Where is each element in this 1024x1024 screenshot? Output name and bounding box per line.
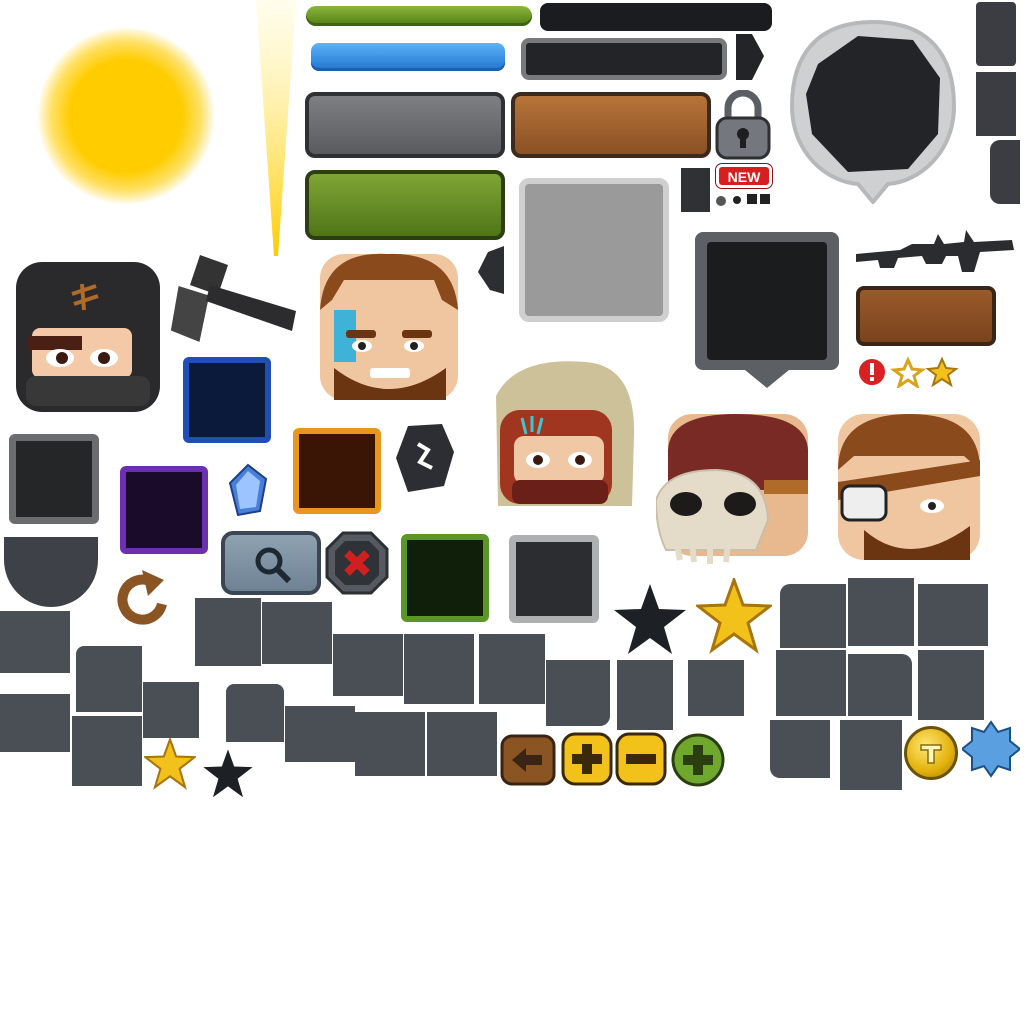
blue-seal-icon xyxy=(962,720,1020,778)
plus-icon[interactable] xyxy=(561,732,613,786)
back-arrow-icon[interactable] xyxy=(500,734,556,786)
rune-icon xyxy=(396,424,454,492)
square-dot xyxy=(747,194,757,204)
coin-letter-icon xyxy=(920,744,942,764)
character-hooded-rogue xyxy=(496,361,635,506)
frame-grey-dark[interactable] xyxy=(9,434,99,524)
close-x-icon[interactable] xyxy=(325,531,389,595)
frame-orange[interactable] xyxy=(293,428,381,514)
grey-panel xyxy=(519,178,669,322)
stone-tile xyxy=(780,584,846,648)
stone-plate-green[interactable] xyxy=(305,170,505,240)
stone-tile xyxy=(848,654,912,716)
speech-bubble-icon xyxy=(789,19,957,204)
frame-blue[interactable] xyxy=(183,357,271,443)
stone-tile xyxy=(226,684,284,742)
stone-tile xyxy=(617,660,673,730)
dark-wedge xyxy=(478,246,504,294)
flag-end-piece xyxy=(736,34,764,80)
stone-tile xyxy=(848,578,914,646)
wood-plate[interactable] xyxy=(856,286,996,346)
sun-glow-icon xyxy=(38,28,214,204)
stone-tile xyxy=(479,634,545,704)
dark-block xyxy=(681,168,710,212)
star-dark-icon xyxy=(614,584,686,654)
stone-edge-piece xyxy=(976,2,1016,66)
mana-bar xyxy=(311,43,505,71)
stone-tile xyxy=(840,720,902,790)
star-gold-icon xyxy=(144,738,196,790)
stone-tile xyxy=(427,712,497,776)
coin-icon xyxy=(904,726,958,780)
empty-bar xyxy=(540,3,772,31)
star-dark-icon xyxy=(203,749,253,798)
frame-green[interactable] xyxy=(401,534,489,622)
star-gold-icon xyxy=(696,578,772,654)
minus-icon[interactable] xyxy=(615,732,667,786)
new-badge: NEW xyxy=(716,164,772,188)
stone-edge-piece xyxy=(990,140,1020,204)
status-icons xyxy=(857,356,959,388)
search-icon xyxy=(255,547,292,584)
stone-tile xyxy=(76,646,142,712)
stone-tile xyxy=(143,682,199,738)
stone-tile xyxy=(776,650,846,716)
character-ninja xyxy=(16,262,160,412)
character-eyepatch-brawler xyxy=(838,414,980,560)
stone-tile xyxy=(404,634,474,704)
add-green-icon[interactable] xyxy=(670,732,726,788)
frame-grey-light[interactable] xyxy=(509,535,599,623)
stone-tile xyxy=(262,602,332,664)
stone-edge-piece xyxy=(976,72,1016,136)
stone-tile xyxy=(0,694,70,752)
stone-tile xyxy=(0,611,70,673)
stone-tile xyxy=(688,660,744,716)
stone-tile xyxy=(333,634,403,696)
stone-tile xyxy=(195,598,261,666)
health-bar xyxy=(306,6,532,26)
pebble xyxy=(716,196,726,206)
square-dot xyxy=(760,194,770,204)
stone-plate-grey[interactable] xyxy=(305,92,505,158)
stone-tile xyxy=(546,660,610,726)
dot xyxy=(733,196,741,204)
search-button[interactable] xyxy=(221,531,321,595)
gem-icon xyxy=(228,463,268,517)
character-hero-warpaint xyxy=(320,253,458,400)
frame-purple[interactable] xyxy=(120,466,208,554)
stone-tile xyxy=(355,712,425,776)
lock-icon xyxy=(715,90,771,160)
hammer-icon xyxy=(170,255,296,345)
dark-frame-bar xyxy=(521,38,727,80)
stone-tile xyxy=(918,650,984,720)
stone-tile xyxy=(72,716,142,786)
stone-tile xyxy=(918,584,988,646)
light-beam-icon xyxy=(256,0,296,256)
stone-tile xyxy=(770,720,830,778)
stone-half-circle xyxy=(4,537,98,607)
tooltip-panel-dark xyxy=(695,232,839,388)
stone-plate-brown[interactable] xyxy=(511,92,711,158)
character-skull-pirate xyxy=(656,414,808,564)
stone-tile xyxy=(285,706,355,762)
gun-icon xyxy=(856,230,1014,272)
refresh-arrow-icon[interactable] xyxy=(116,568,172,628)
